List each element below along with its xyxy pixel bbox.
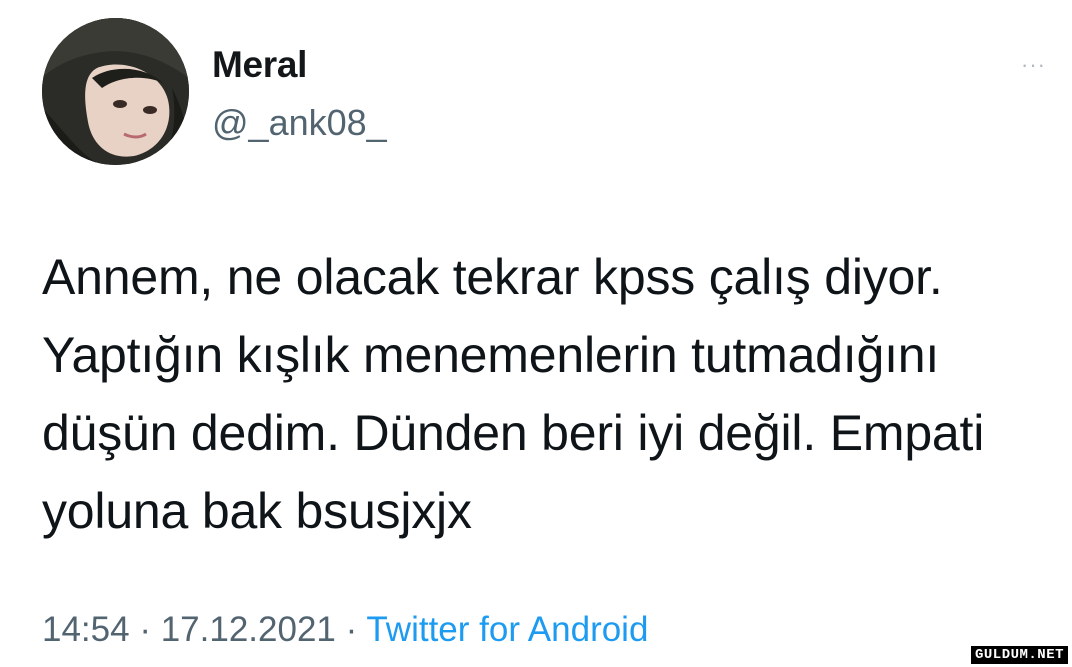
meta-separator: · (335, 610, 367, 649)
watermark-logo: GULDUM.NET (970, 646, 1068, 664)
meta-separator: · (129, 610, 161, 649)
tweet-source-link[interactable]: Twitter for Android (366, 610, 648, 649)
display-name[interactable]: Meral (212, 44, 307, 86)
avatar-image (42, 18, 189, 165)
tweet-meta: 14:54 · 17.12.2021 · Twitter for Android (42, 610, 648, 650)
user-handle[interactable]: @_ank08_ (212, 102, 387, 144)
tweet-time[interactable]: 14:54 (42, 610, 130, 649)
tweet-card: Meral @_ank08_ ··· Annem, ne olacak tekr… (0, 0, 1072, 667)
avatar[interactable] (42, 18, 189, 165)
tweet-date[interactable]: 17.12.2021 (161, 610, 336, 649)
tweet-text: Annem, ne olacak tekrar kpss çalış diyor… (42, 249, 985, 539)
more-options-icon[interactable]: ··· (1021, 54, 1046, 76)
